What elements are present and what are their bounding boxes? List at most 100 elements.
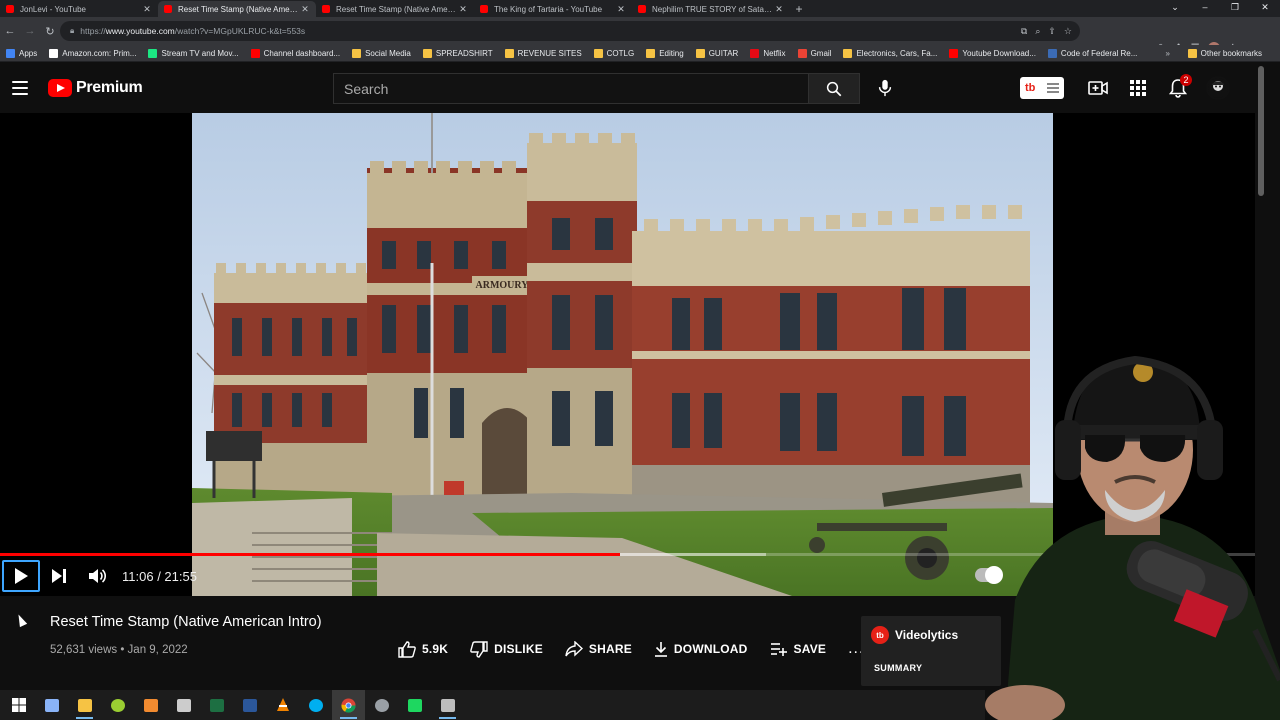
bookmark-folder-electronics[interactable]: Electronics, Cars, Fa... (843, 48, 937, 58)
windows-start-icon[interactable] (2, 690, 35, 720)
plane-icon (176, 698, 191, 712)
save-button[interactable]: SAVE (770, 642, 827, 656)
search-input[interactable] (333, 73, 808, 104)
meta-separator: • (117, 644, 128, 656)
bookmark-other-bookmarks[interactable]: Other bookmarks (1187, 48, 1262, 58)
window-close-icon[interactable]: ✕ (1250, 0, 1280, 17)
tab-search-icon[interactable]: ⌄ (1160, 0, 1190, 17)
browser-tab[interactable]: Reset Time Stamp (Native Ameri... ✕ (316, 1, 474, 17)
bookmark-folder-social-media[interactable]: Social Media (352, 48, 411, 58)
netflix-icon (750, 48, 760, 58)
next-button[interactable] (40, 560, 78, 592)
bookmark-hulu[interactable]: Stream TV and Mov... (148, 48, 239, 58)
bookmark-folder-cotlg[interactable]: COTLG (593, 48, 634, 58)
share-label: SHARE (588, 642, 632, 656)
paint-app-icon[interactable] (101, 690, 134, 720)
bookmark-gmail[interactable]: Gmail (797, 48, 831, 58)
videolytics-name: Videolytics (895, 628, 959, 642)
bookmark-folder-spreadshirt[interactable]: SPREADSHIRT (422, 48, 493, 58)
bookmark-youtube-download[interactable]: Youtube Download... (949, 48, 1036, 58)
skype-icon[interactable] (299, 690, 332, 720)
user-avatar[interactable] (1206, 76, 1230, 100)
zoom-icon[interactable]: ⌕ (1035, 26, 1040, 37)
forward-arrow-icon[interactable]: → (20, 25, 40, 37)
amazon-icon (49, 48, 59, 58)
search-button[interactable] (808, 73, 860, 104)
thumbs-up-icon (398, 640, 416, 658)
menu-icon[interactable] (12, 81, 28, 95)
close-icon[interactable]: ✕ (616, 4, 626, 15)
url-host: www.youtube.com (105, 26, 175, 36)
bookmark-amazon[interactable]: Amazon.com: Prim... (49, 48, 136, 58)
green-app-icon[interactable] (398, 690, 431, 720)
word-logo-icon (242, 698, 257, 712)
folder-icon (1187, 48, 1197, 58)
dislike-button[interactable]: DISLIKE (470, 640, 543, 658)
browser-tab-active[interactable]: Reset Time Stamp (Native Ameri... ✕ (158, 1, 316, 17)
bookmarks-overflow-icon[interactable]: » (1166, 49, 1170, 58)
share-button[interactable]: SHARE (565, 641, 632, 657)
tubebuddy-extension-button[interactable]: tb (1020, 77, 1064, 99)
scrollbar-thumb[interactable] (1258, 66, 1264, 196)
chrome-icon[interactable] (332, 690, 365, 720)
apps-button[interactable] (1126, 76, 1150, 100)
media-app-icon[interactable] (134, 690, 167, 720)
browser-tab[interactable]: The King of Tartaria - YouTube ✕ (474, 1, 632, 17)
notifications-button[interactable]: 2 (1166, 74, 1192, 100)
word-icon[interactable] (233, 690, 266, 720)
like-button[interactable]: 5.9K (398, 640, 449, 658)
screen-recorder-icon[interactable] (431, 690, 464, 720)
close-icon[interactable]: ✕ (774, 4, 784, 15)
folder-icon (504, 48, 514, 58)
restore-icon[interactable]: ❐ (1220, 0, 1250, 17)
bookmark-folder-revenue-sites[interactable]: REVENUE SITES (504, 48, 582, 58)
browser-tab[interactable]: Nephilim TRUE STORY of Satan... ✕ (632, 1, 790, 17)
webcam-overlay (985, 340, 1280, 720)
armoury-building-image: ARMOURY (192, 113, 1053, 596)
video-camera-plus-icon (1088, 81, 1108, 95)
upload-date: Jan 9, 2022 (127, 644, 188, 656)
close-icon[interactable]: ✕ (300, 4, 310, 15)
close-icon[interactable]: ✕ (142, 4, 152, 15)
bookmark-netflix[interactable]: Netflix (750, 48, 786, 58)
address-bar[interactable]: 🔒︎ https://www.youtube.com/watch?v=MGpUK… (60, 21, 1080, 41)
bookmark-channel-dashboard[interactable]: Channel dashboard... (250, 48, 340, 58)
close-icon[interactable]: ✕ (458, 4, 468, 15)
dislike-label: DISLIKE (494, 642, 543, 656)
download-button[interactable]: DOWNLOAD (654, 641, 748, 657)
government-icon (1047, 48, 1057, 58)
install-app-icon[interactable]: ⧉ (1021, 26, 1027, 37)
bookmark-apps[interactable]: Apps (6, 48, 37, 58)
like-count: 5.9K (422, 642, 449, 656)
youtube-premium-logo[interactable]: Premium (48, 79, 143, 97)
url-prefix: https:// (80, 26, 106, 36)
videolytics-summary-tab[interactable]: SUMMARY (874, 663, 922, 673)
settings-app-icon[interactable] (365, 690, 398, 720)
video-frame[interactable]: ARMOURY (192, 113, 1053, 596)
youtube-studio-icon (250, 48, 260, 58)
voice-search-button[interactable] (873, 76, 897, 100)
browser-toolbar: ← → ↻ 🔒︎ https://www.youtube.com/watch?v… (0, 17, 1280, 54)
share-page-icon[interactable]: ⇪ (1048, 26, 1056, 37)
gmail-icon (797, 48, 807, 58)
vlc-icon[interactable] (266, 690, 299, 720)
excel-icon[interactable] (200, 690, 233, 720)
back-arrow-icon[interactable]: ← (0, 25, 20, 37)
bookmark-federal-regulations[interactable]: Code of Federal Re... (1047, 48, 1137, 58)
minimize-icon[interactable]: – (1190, 0, 1220, 17)
play-button[interactable] (2, 560, 40, 592)
microphone-icon (878, 79, 892, 97)
create-video-button[interactable] (1086, 76, 1110, 100)
file-explorer-icon[interactable] (68, 690, 101, 720)
bookmark-folder-editing[interactable]: Editing (646, 48, 684, 58)
new-tab-button[interactable]: + (790, 1, 808, 17)
paint-icon (110, 698, 125, 712)
mute-button[interactable] (78, 560, 116, 592)
plane-app-icon[interactable] (167, 690, 200, 720)
videolytics-panel[interactable]: tb Videolytics SUMMARY (861, 616, 1001, 686)
reload-icon[interactable]: ↻ (40, 25, 60, 38)
bookmark-star-icon[interactable]: ☆ (1064, 26, 1072, 37)
calculator-app-icon[interactable] (35, 690, 68, 720)
bookmark-folder-guitar[interactable]: GUITAR (695, 48, 738, 58)
browser-tab[interactable]: JonLevi - YouTube ✕ (0, 1, 158, 17)
